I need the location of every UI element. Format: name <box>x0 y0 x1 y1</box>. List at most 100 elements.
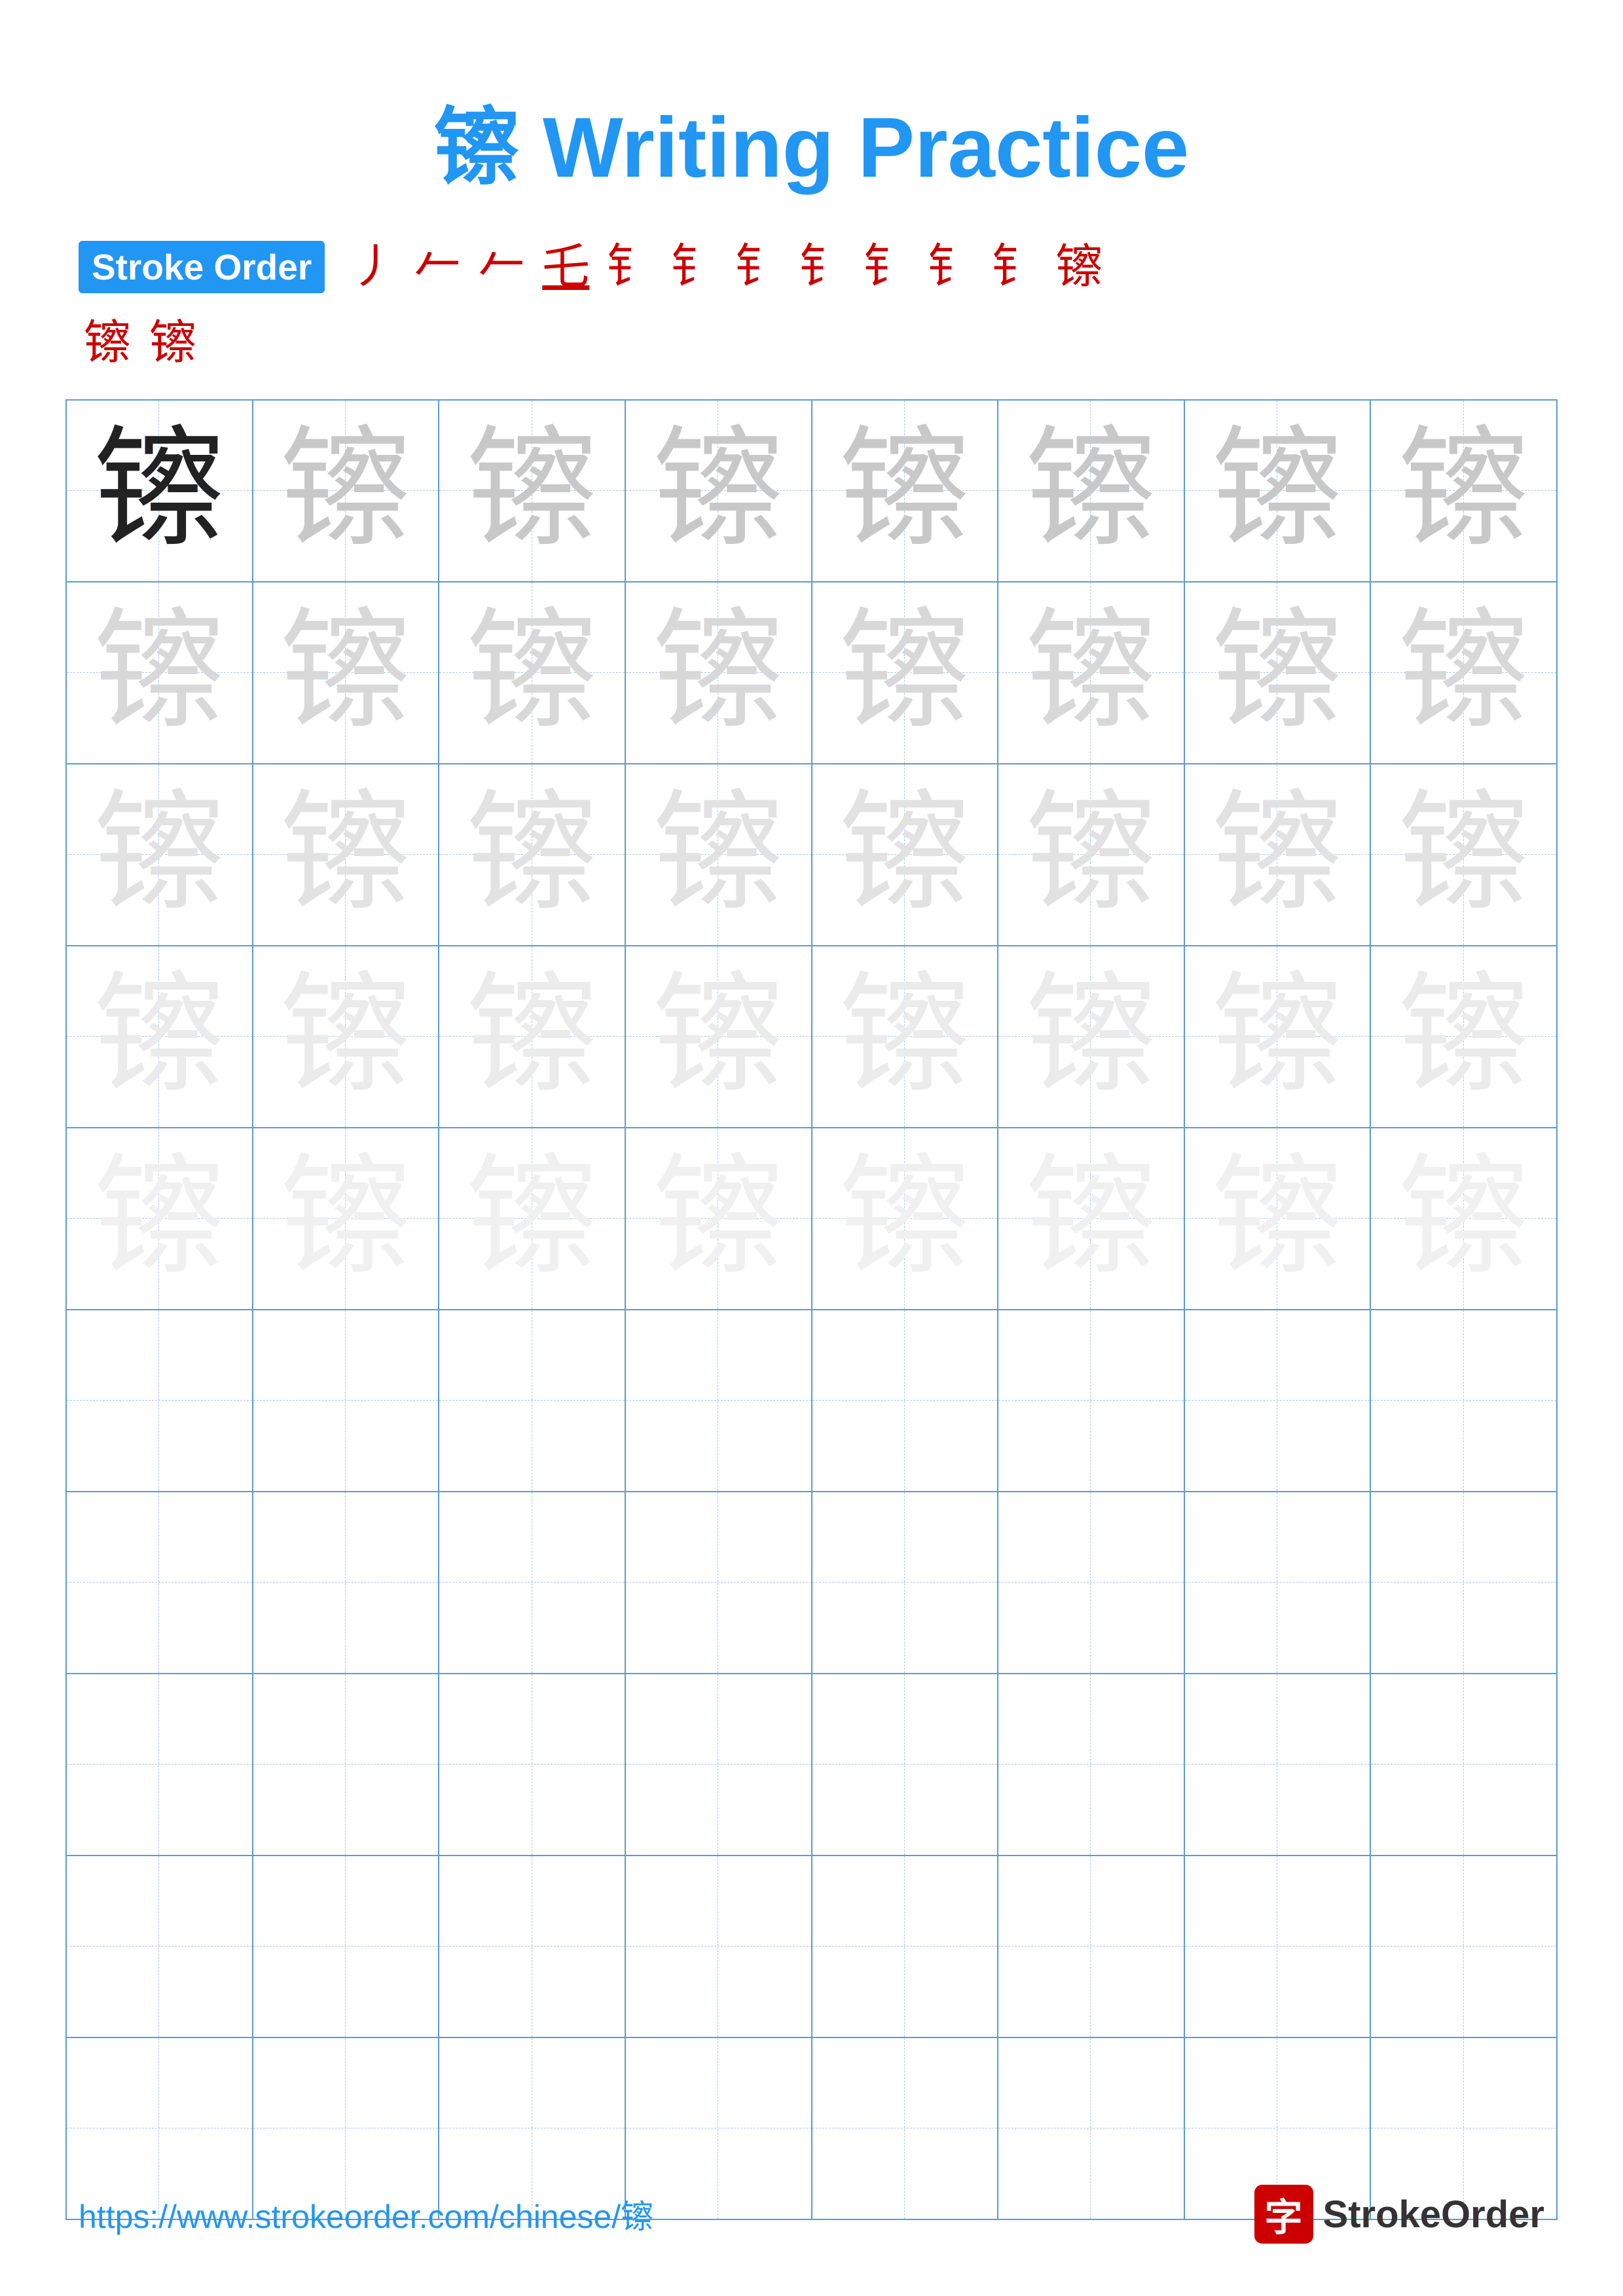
table-cell-empty <box>625 1856 812 2037</box>
table-cell: 镲 <box>253 764 439 946</box>
table-cell: 镲 <box>1184 582 1371 764</box>
table-row: 镲 镲 镲 镲 镲 镲 镲 镲 <box>66 1128 1557 1310</box>
stroke-char-3: 𠂉 <box>478 243 525 291</box>
table-cell-empty <box>812 1674 998 1856</box>
table-cell: 镲 <box>1370 946 1557 1128</box>
table-cell: 镲 <box>1184 400 1371 582</box>
table-cell: 镲 <box>1184 764 1371 946</box>
stroke-char-4: 乇 <box>542 243 589 291</box>
table-cell: 镲 <box>66 764 253 946</box>
practice-char-light: 镲 <box>1025 418 1156 563</box>
table-cell-empty <box>812 1856 998 2037</box>
stroke-char-6: 钅 <box>670 243 718 291</box>
footer-url: https://www.strokeorder.com/chinese/镲 <box>79 2191 653 2238</box>
table-cell-empty <box>625 1492 812 1674</box>
table-row <box>66 1856 1557 2037</box>
footer-logo: 字 StrokeOrder <box>1254 2185 1544 2244</box>
stroke-char-9: 钅 <box>863 243 910 291</box>
table-row: 镲 镲 镲 镲 镲 镲 镲 镲 <box>66 946 1557 1128</box>
practice-char-light: 镲 <box>1025 964 1156 1109</box>
table-cell: 镲 <box>1184 1128 1371 1310</box>
stroke-char-13: 镲 <box>84 319 131 367</box>
table-cell: 镲 <box>66 400 253 582</box>
table-cell: 镲 <box>998 1128 1184 1310</box>
stroke-char-2: 𠂉 <box>414 243 461 291</box>
footer-logo-text: StrokeOrder <box>1323 2193 1544 2236</box>
table-cell: 镲 <box>439 1128 625 1310</box>
table-cell: 镲 <box>253 946 439 1128</box>
practice-char-dark: 镲 <box>94 418 225 563</box>
practice-char-light: 镲 <box>280 1146 411 1291</box>
table-cell: 镲 <box>1370 582 1557 764</box>
table-cell-empty <box>625 1310 812 1492</box>
table-cell-empty <box>1370 1856 1557 2037</box>
practice-char-light: 镲 <box>1398 964 1529 1109</box>
table-cell-empty <box>439 1492 625 1674</box>
stroke-char-8: 钅 <box>799 243 846 291</box>
table-cell: 镲 <box>625 946 812 1128</box>
stroke-char-1: 丿 <box>350 243 397 291</box>
practice-char-light: 镲 <box>467 600 598 745</box>
practice-char-light: 镲 <box>1212 782 1343 927</box>
table-row: 镲 镲 镲 镲 镲 镲 镲 镲 <box>66 764 1557 946</box>
table-cell: 镲 <box>253 582 439 764</box>
table-cell-empty <box>439 1674 625 1856</box>
practice-char-light: 镲 <box>280 418 411 563</box>
table-cell: 镲 <box>812 946 998 1128</box>
table-cell-empty <box>625 1674 812 1856</box>
practice-char-light: 镲 <box>1025 1146 1156 1291</box>
practice-char-light: 镲 <box>467 1146 598 1291</box>
table-cell-empty <box>66 1310 253 1492</box>
practice-char-light: 镲 <box>653 1146 784 1291</box>
table-cell: 镲 <box>66 946 253 1128</box>
table-cell: 镲 <box>439 582 625 764</box>
table-cell-empty <box>1184 1674 1371 1856</box>
table-cell: 镲 <box>998 400 1184 582</box>
practice-char-light: 镲 <box>467 964 598 1109</box>
practice-grid-container: 镲 镲 镲 镲 镲 镲 镲 镲 镲 镲 镲 镲 镲 镲 镲 镲 <box>0 399 1623 2220</box>
practice-char-light: 镲 <box>1398 600 1529 745</box>
table-cell-empty <box>998 1492 1184 1674</box>
table-cell: 镲 <box>812 764 998 946</box>
table-cell: 镲 <box>1370 764 1557 946</box>
practice-char-light: 镲 <box>280 964 411 1109</box>
table-cell: 镲 <box>625 582 812 764</box>
table-cell-empty <box>812 1492 998 1674</box>
practice-char-light: 镲 <box>1212 600 1343 745</box>
table-cell: 镲 <box>625 764 812 946</box>
table-row <box>66 1492 1557 1674</box>
table-cell: 镲 <box>66 582 253 764</box>
table-cell: 镲 <box>66 1128 253 1310</box>
table-cell: 镲 <box>439 946 625 1128</box>
practice-char-light: 镲 <box>94 600 225 745</box>
stroke-order-badge: Stroke Order <box>79 241 325 293</box>
table-cell: 镲 <box>812 582 998 764</box>
table-cell-empty <box>253 1492 439 1674</box>
stroke-char-12: 镲 <box>1055 243 1103 291</box>
table-row: 镲 镲 镲 镲 镲 镲 镲 镲 <box>66 582 1557 764</box>
practice-char-light: 镲 <box>1398 418 1529 563</box>
practice-char-light: 镲 <box>94 782 225 927</box>
table-cell: 镲 <box>439 400 625 582</box>
table-cell-empty <box>439 1856 625 2037</box>
practice-char-light: 镲 <box>467 782 598 927</box>
table-row: 镲 镲 镲 镲 镲 镲 镲 镲 <box>66 400 1557 582</box>
table-cell-empty <box>1184 1492 1371 1674</box>
practice-char-light: 镲 <box>1398 782 1529 927</box>
table-cell: 镲 <box>253 400 439 582</box>
table-cell: 镲 <box>1370 1128 1557 1310</box>
footer: https://www.strokeorder.com/chinese/镲 字 … <box>0 2185 1623 2244</box>
table-cell: 镲 <box>998 946 1184 1128</box>
practice-char-light: 镲 <box>1212 418 1343 563</box>
practice-char-light: 镲 <box>94 964 225 1109</box>
table-cell: 镲 <box>625 400 812 582</box>
table-cell-empty <box>253 1856 439 2037</box>
practice-char-light: 镲 <box>839 964 970 1109</box>
practice-char-light: 镲 <box>94 1146 225 1291</box>
table-cell: 镲 <box>1184 946 1371 1128</box>
table-cell: 镲 <box>998 764 1184 946</box>
table-cell-empty <box>998 1674 1184 1856</box>
table-cell-empty <box>253 1674 439 1856</box>
table-cell-empty <box>1184 1310 1371 1492</box>
table-cell-empty <box>998 1856 1184 2037</box>
